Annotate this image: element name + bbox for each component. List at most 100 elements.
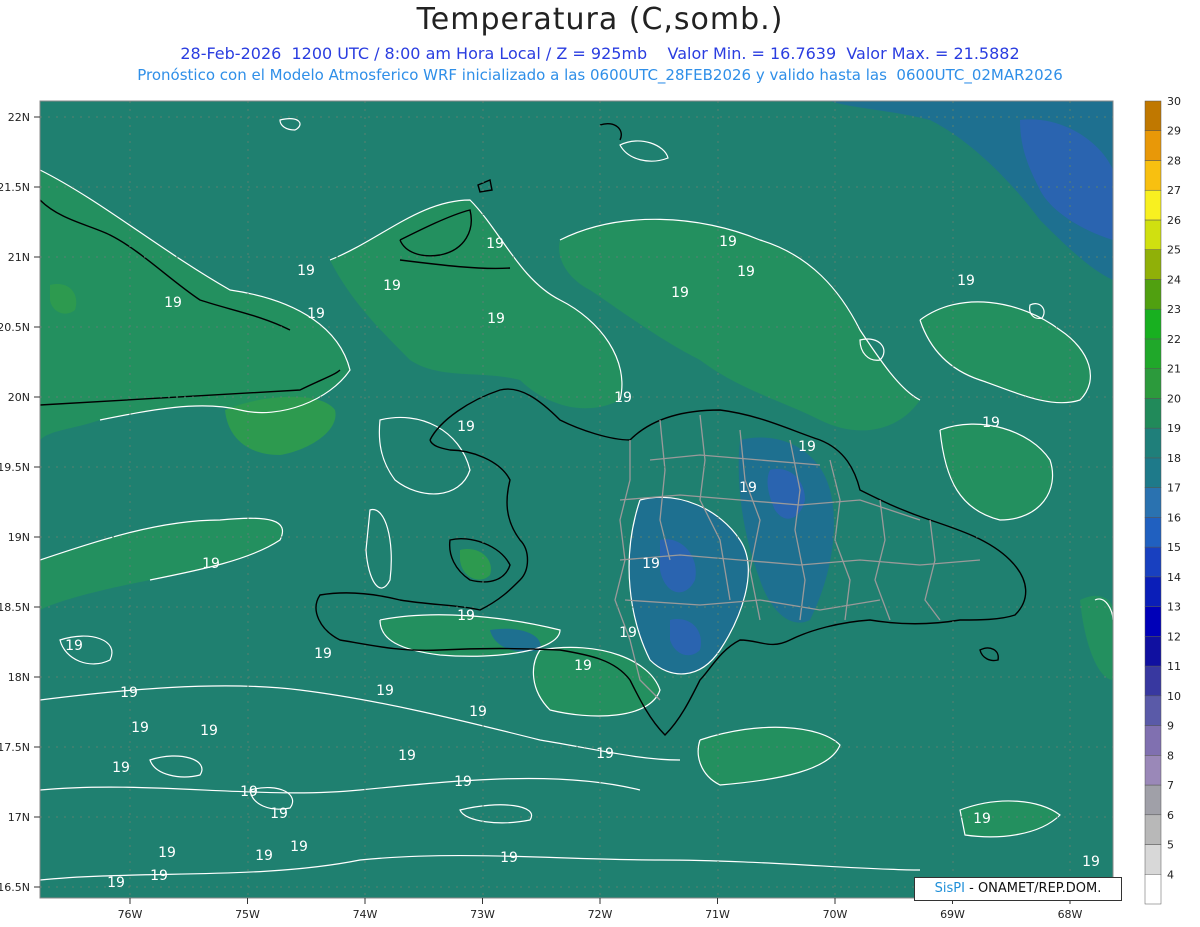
colorbar-label: 14 (1167, 571, 1181, 584)
contour-label: 19 (454, 774, 472, 790)
colorbar-swatch (1144, 874, 1162, 905)
colorbar-label: 21 (1167, 363, 1181, 376)
contour-label: 19 (671, 285, 689, 301)
colorbar-swatch (1144, 279, 1162, 310)
colorbar-label: 5 (1167, 839, 1174, 852)
contour-label: 19 (290, 839, 308, 855)
colorbar-swatch (1144, 606, 1162, 637)
contour-label: 19 (398, 748, 416, 764)
contour-label: 19 (200, 723, 218, 739)
lat-tick-label: 22N (8, 111, 30, 124)
colorbar-label: 11 (1167, 660, 1181, 673)
contour-label: 19 (487, 311, 505, 327)
colorbar-swatch (1144, 100, 1162, 131)
colorbar-label: 9 (1167, 720, 1174, 733)
colorbar-label: 10 (1167, 690, 1181, 703)
contour-label: 19 (982, 415, 1000, 431)
colorbar-label: 27 (1167, 184, 1181, 197)
colorbar-swatch (1144, 725, 1162, 756)
contour-label: 19 (314, 646, 332, 662)
colorbar-label: 12 (1167, 630, 1181, 643)
contour-label: 19 (973, 811, 991, 827)
contour-label: 19 (383, 278, 401, 294)
lon-tick-label: 68W (1058, 908, 1083, 921)
colorbar-swatch (1144, 249, 1162, 280)
contour-label: 19 (486, 236, 504, 252)
sispi-logo: SisPI (934, 881, 965, 896)
colorbar-label: 16 (1167, 511, 1181, 524)
temperature-map: 19 19 19 19 19 19 19 19 19 19 19 19 19 19 19 19 19 19 19 19… (0, 95, 1181, 921)
colorbar-label: 6 (1167, 809, 1174, 822)
contour-label: 19 (619, 625, 637, 641)
contour-label: 19 (737, 264, 755, 280)
colorbar-label: 22 (1167, 333, 1181, 346)
contour-label: 19 (596, 746, 614, 762)
colorbar-swatch (1144, 546, 1162, 578)
lat-tick-label: 17.5N (0, 741, 30, 754)
lat-tick-label: 18.5N (0, 601, 30, 614)
colorbar-swatch (1144, 130, 1162, 161)
contour-label: 19 (574, 658, 592, 674)
lat-tick-label: 18N (8, 671, 30, 684)
longitude-ticks: 76W 75W 74W 73W 72W 71W 70W 69W 68W (118, 898, 1083, 921)
credit-text: - ONAMET/REP.DOM. (964, 881, 1102, 896)
contour-label: 19 (457, 608, 475, 624)
lat-tick-label: 19N (8, 531, 30, 544)
colorbar-swatch (1144, 517, 1162, 548)
contour-label: 19 (202, 556, 220, 572)
lon-tick-label: 70W (823, 908, 848, 921)
colorbar-swatch (1144, 487, 1162, 518)
contour-label: 19 (150, 868, 168, 884)
lon-tick-label: 75W (235, 908, 260, 921)
contour-label: 19 (164, 295, 182, 311)
colorbar-label: 26 (1167, 214, 1181, 227)
colorbar-swatch (1144, 338, 1162, 369)
contour-label: 19 (158, 845, 176, 861)
lon-tick-label: 74W (353, 908, 378, 921)
contour-label: 19 (798, 439, 816, 455)
lat-tick-label: 19.5N (0, 461, 30, 474)
lat-tick-label: 21N (8, 251, 30, 264)
colorbar-label: 4 (1167, 868, 1174, 881)
contour-label: 19 (112, 760, 130, 776)
lat-tick-label: 20N (8, 391, 30, 404)
contour-label: 19 (131, 720, 149, 736)
contour-label: 19 (642, 556, 660, 572)
colorbar-label: 28 (1167, 154, 1181, 167)
contour-label: 19 (739, 480, 757, 496)
lon-tick-label: 72W (588, 908, 613, 921)
colorbar-label: 17 (1167, 482, 1181, 495)
contour-label: 19 (957, 273, 975, 289)
contour-label: 19 (1082, 854, 1100, 870)
colorbar-swatch (1144, 784, 1162, 816)
latitude-ticks: 22N 21.5N 21N 20.5N 20N 19.5N 19N 18.5N 18N 17.5N… (0, 111, 40, 894)
colorbar-swatch (1144, 427, 1162, 459)
colorbar-label: 25 (1167, 244, 1181, 257)
lon-tick-label: 76W (118, 908, 143, 921)
colorbar-swatch (1144, 814, 1162, 845)
colorbar-swatch (1144, 160, 1162, 191)
colorbar-label: 19 (1167, 422, 1181, 435)
colorbar-swatch (1144, 398, 1162, 429)
contour-label: 19 (297, 263, 315, 279)
contour-label: 19 (614, 390, 632, 406)
lon-tick-label: 69W (940, 908, 965, 921)
credit-box: SisPI - ONAMET/REP.DOM. (914, 877, 1122, 901)
contour-label: 19 (120, 685, 138, 701)
colorbar-label: 30 (1167, 95, 1181, 108)
lat-tick-label: 20.5N (0, 321, 30, 334)
contour-label: 19 (307, 306, 325, 322)
contour-label: 19 (270, 806, 288, 822)
colorbar-label: 8 (1167, 749, 1174, 762)
lat-tick-label: 17N (8, 811, 30, 824)
colorbar-swatch (1144, 576, 1162, 607)
colorbar-label: 24 (1167, 273, 1181, 286)
map-background-19c (40, 101, 1113, 898)
lat-tick-label: 16.5N (0, 881, 30, 894)
colorbar-swatch (1144, 844, 1162, 875)
colorbar-label: 29 (1167, 125, 1181, 138)
colorbar-swatch (1144, 219, 1162, 250)
contour-label: 19 (255, 848, 273, 864)
colorbar-swatch (1144, 189, 1162, 221)
colorbar-swatch (1144, 636, 1162, 667)
